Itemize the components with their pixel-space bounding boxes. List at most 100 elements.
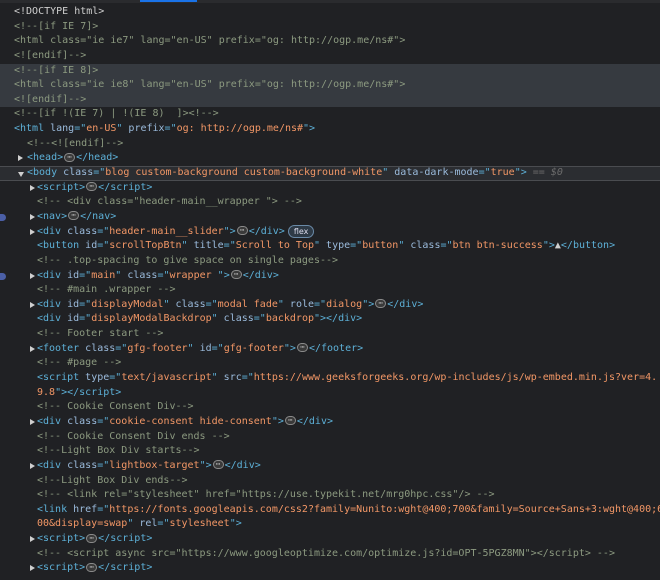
attribute-name[interactable]: src [224, 372, 242, 383]
dom-node-row[interactable]: <div class="cookie-consent hide-consent"… [0, 415, 660, 430]
dom-node-row[interactable]: <html class="ie ie8" lang="en-US" prefix… [0, 78, 660, 93]
collapsed-triangle-icon[interactable] [30, 418, 35, 425]
expand-ellipsis-button[interactable]: ⋯ [68, 211, 80, 221]
attribute-name[interactable]: id [67, 313, 79, 324]
attribute-value[interactable]: https://fonts.googleapis.com/css2?family… [109, 504, 660, 515]
attribute-value[interactable]: scrollTopBtn [109, 240, 181, 251]
collapsed-triangle-icon[interactable] [30, 184, 35, 191]
attribute-name[interactable]: class [67, 416, 97, 427]
dom-node-row[interactable]: <!-- #main .wrapper --> [0, 283, 660, 298]
breakpoint-marker-icon[interactable] [0, 213, 6, 221]
attribute-value[interactable]: dialog [326, 299, 362, 310]
attribute-value[interactable]: backdrop [266, 313, 314, 324]
dom-node-row[interactable]: <script> ⋯ </script> [0, 181, 660, 196]
attribute-value[interactable]: gfg-footer [127, 343, 187, 354]
attribute-value[interactable]: cookie-consent hide-consent [109, 416, 272, 427]
dom-node-row[interactable]: <!-- <link rel="stylesheet" href="https:… [0, 488, 660, 503]
attribute-name[interactable]: class [63, 167, 93, 178]
dom-node-row-selected[interactable]: <body class="blog custom-background cust… [0, 166, 660, 181]
attribute-name[interactable]: title [194, 240, 224, 251]
attribute-value[interactable]: wrapper [170, 270, 218, 281]
attribute-value[interactable]: 00&display=swap [37, 518, 127, 529]
attribute-value[interactable]: header-main__slider [109, 226, 223, 237]
collapsed-triangle-icon[interactable] [30, 345, 35, 352]
attribute-value[interactable]: og: http://ogp.me/ns# [177, 123, 303, 134]
dom-node-row[interactable]: <html class="ie ie7" lang="en-US" prefix… [0, 34, 660, 49]
attribute-name[interactable]: type [85, 372, 109, 383]
attribute-value[interactable]: main [91, 270, 115, 281]
collapsed-triangle-icon[interactable] [18, 155, 23, 162]
collapsed-triangle-icon[interactable] [30, 536, 35, 543]
dom-node-row[interactable]: <div id="displayModal" class="modal fade… [0, 298, 660, 313]
dom-node-row[interactable]: <!-- #page --> [0, 356, 660, 371]
dom-node-row[interactable]: <script type="text/javascript" src="http… [0, 371, 660, 386]
dom-node-row[interactable]: <!-- <script async src="https://www.goog… [0, 547, 660, 562]
attribute-value[interactable]: displayModal [91, 299, 163, 310]
dom-node-row[interactable]: <html lang="en-US" prefix="og: http://og… [0, 122, 660, 137]
dom-node-row[interactable]: <div id="main" class="wrapper "> ⋯ </div> [0, 269, 660, 284]
expand-ellipsis-button[interactable]: ⋯ [284, 416, 296, 426]
expand-ellipsis-button[interactable]: ⋯ [212, 460, 224, 470]
attribute-value[interactable]: gfg-footer [224, 343, 284, 354]
dom-node-row[interactable]: <button id="scrollTopBtn" title="Scroll … [0, 239, 660, 254]
dom-node-row[interactable]: <!-- Footer start --> [0, 327, 660, 342]
attribute-value[interactable]: https://www.geeksforgeeks.org/wp-include… [254, 372, 657, 383]
expand-ellipsis-button[interactable]: ⋯ [86, 182, 98, 192]
dom-node-row[interactable]: <footer class="gfg-footer" id="gfg-foote… [0, 342, 660, 357]
dom-node-row[interactable]: <!-- Cookie Consent Div ends --> [0, 430, 660, 445]
dom-node-row[interactable]: <!-- Cookie Consent Div--> [0, 400, 660, 415]
dom-node-row[interactable]: <link href="https://fonts.googleapis.com… [0, 503, 660, 518]
dom-node-row[interactable]: <!-- <div class="header-main__wrapper ">… [0, 195, 660, 210]
attribute-value[interactable]: true [491, 167, 515, 178]
expand-ellipsis-button[interactable]: ⋯ [296, 343, 308, 353]
attribute-name[interactable]: id [85, 240, 97, 251]
attribute-name[interactable]: class [127, 270, 157, 281]
dom-node-row[interactable]: <!--[if !(IE 7) | !(IE 8) ]><!--> [0, 107, 660, 122]
dom-node-row[interactable]: <!--<![endif]--> [0, 137, 660, 152]
dom-node-row[interactable]: <nav> ⋯ </nav> [0, 210, 660, 225]
dom-node-row[interactable]: <div class="lightbox-target"> ⋯ </div> [0, 459, 660, 474]
expanded-triangle-icon[interactable] [18, 172, 24, 178]
dom-node-row[interactable]: <!DOCTYPE html> [0, 5, 660, 20]
expand-ellipsis-button[interactable]: ⋯ [375, 299, 387, 309]
flex-badge[interactable]: flex [287, 224, 315, 238]
attribute-name[interactable]: id [200, 343, 212, 354]
attribute-value[interactable]: en-US [86, 123, 116, 134]
dom-node-row[interactable]: <script> ⋯ </script> [0, 561, 660, 576]
dom-node-row[interactable]: <head> ⋯ </head> [0, 151, 660, 166]
attribute-value[interactable]: displayModalBackdrop [91, 313, 211, 324]
attribute-name[interactable]: type [326, 240, 350, 251]
breakpoint-marker-icon[interactable] [0, 272, 6, 280]
dom-node-row[interactable]: 9.8"></script> [0, 386, 660, 401]
expand-ellipsis-button[interactable]: ⋯ [86, 533, 98, 543]
collapsed-triangle-icon[interactable] [30, 213, 35, 220]
collapsed-triangle-icon[interactable] [30, 272, 35, 279]
attribute-name[interactable]: prefix [128, 123, 164, 134]
collapsed-triangle-icon[interactable] [30, 301, 35, 308]
attribute-value[interactable]: button [362, 240, 398, 251]
dom-node-row[interactable]: <div class="header-main__slider"> ⋯ </div>… [0, 224, 660, 240]
dom-node-row[interactable]: <!--[if IE 7]> [0, 20, 660, 35]
attribute-value[interactable]: blog custom-background custom-background… [105, 167, 382, 178]
dom-node-row[interactable]: <script> ⋯ </script> [0, 532, 660, 547]
attribute-name[interactable]: class [67, 226, 97, 237]
dom-node-row[interactable]: <![endif]--> [0, 92, 660, 108]
attribute-name[interactable]: rel [139, 518, 157, 529]
attribute-name[interactable]: id [67, 299, 79, 310]
expand-ellipsis-button[interactable]: ⋯ [236, 226, 248, 236]
dom-node-row[interactable]: <!--Light Box Div ends--> [0, 474, 660, 489]
attribute-name[interactable]: class [85, 343, 115, 354]
attribute-value[interactable]: modal fade [218, 299, 278, 310]
attribute-name[interactable]: id [67, 270, 79, 281]
attribute-value[interactable]: 9.8 [37, 387, 55, 398]
attribute-name[interactable]: class [224, 313, 254, 324]
attribute-name[interactable]: class [176, 299, 206, 310]
dom-node-row[interactable]: <div id="displayModalBackdrop" class="ba… [0, 312, 660, 327]
dom-node-row[interactable]: <![endif]--> [0, 49, 660, 64]
attribute-name[interactable]: lang [50, 123, 74, 134]
collapsed-triangle-icon[interactable] [30, 462, 35, 469]
collapsed-triangle-icon[interactable] [30, 565, 35, 572]
expand-ellipsis-button[interactable]: ⋯ [86, 562, 98, 572]
expand-ellipsis-button[interactable]: ⋯ [64, 152, 76, 162]
dom-node-row[interactable]: <!-- .top-spacing to give space on singl… [0, 254, 660, 269]
